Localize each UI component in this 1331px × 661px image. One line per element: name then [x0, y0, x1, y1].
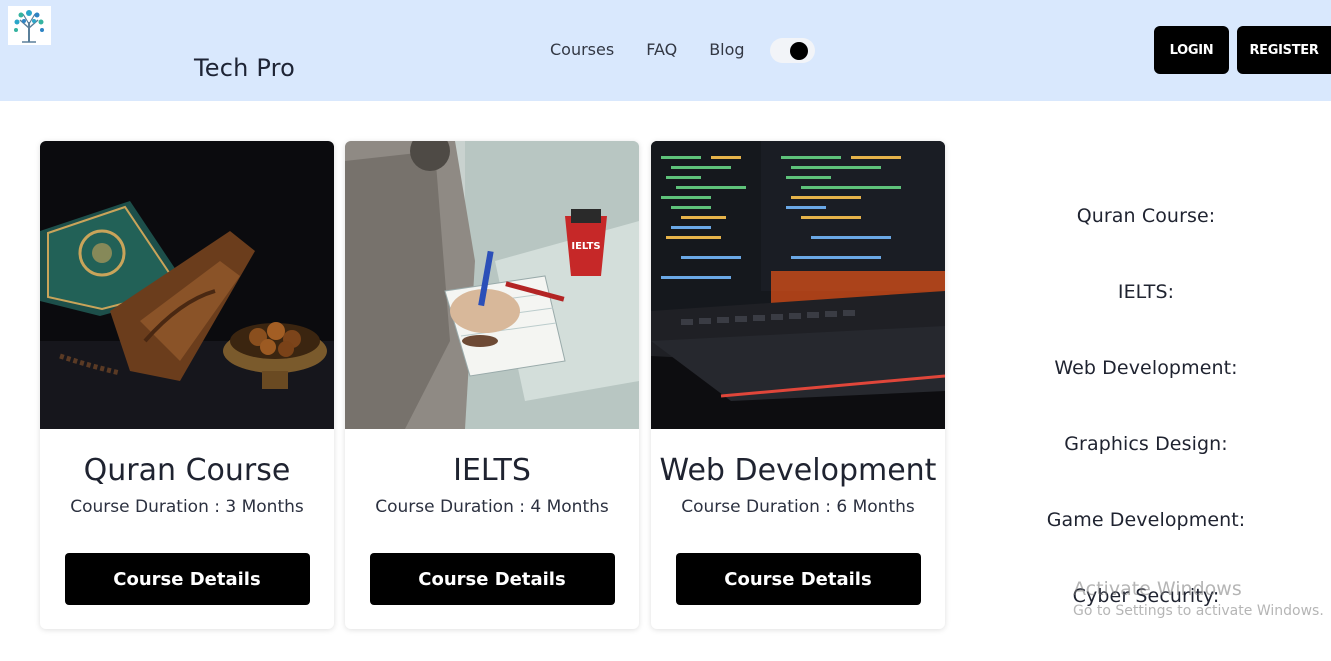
tree-circuit-logo-icon[interactable]	[8, 6, 51, 45]
course-card-ielts: IELTS IELTS Course Duration : 4 Months C…	[345, 141, 639, 629]
course-details-button[interactable]: Course Details	[675, 553, 921, 605]
login-button[interactable]: LOGIN	[1154, 26, 1229, 74]
course-card-quran: Quran Course Course Duration : 3 Months …	[40, 141, 334, 629]
nav-link-blog[interactable]: Blog	[709, 40, 744, 60]
course-title: Web Development	[659, 453, 937, 488]
course-details-button[interactable]: Course Details	[64, 553, 310, 605]
nav-link-courses[interactable]: Courses	[550, 40, 614, 60]
windows-activation-watermark-text: Go to Settings to activate Windows.	[1073, 603, 1324, 619]
course-card-web-development: Web Development Course Duration : 6 Mont…	[651, 141, 945, 629]
course-title: IELTS	[453, 453, 531, 488]
code-monitor-and-keyboard-image	[651, 141, 945, 429]
student-writing-with-ielts-cup-image: IELTS	[345, 141, 639, 429]
nav-link-faq[interactable]: FAQ	[646, 40, 677, 60]
course-duration: Course Duration : 4 Months	[375, 497, 609, 517]
windows-activation-watermark-title: Activate Windows	[1073, 578, 1242, 600]
sidebar-item-graphics-design[interactable]: Graphics Design:	[980, 433, 1312, 509]
course-details-button[interactable]: Course Details	[369, 553, 615, 605]
sidebar-item-quran[interactable]: Quran Course:	[980, 205, 1312, 281]
toggle-knob	[790, 42, 808, 60]
course-duration: Course Duration : 3 Months	[70, 497, 304, 517]
site-header: Tech Pro Courses FAQ Blog LOGIN REGISTER	[0, 0, 1331, 101]
quran-book-and-dates-image	[40, 141, 334, 429]
course-duration: Course Duration : 6 Months	[681, 497, 915, 517]
main-nav: Courses FAQ Blog	[550, 40, 777, 60]
course-title: Quran Course	[83, 453, 291, 488]
brand-name[interactable]: Tech Pro	[194, 54, 295, 82]
theme-toggle[interactable]	[770, 38, 815, 63]
register-button[interactable]: REGISTER	[1237, 26, 1331, 74]
sidebar-item-ielts[interactable]: IELTS:	[980, 281, 1312, 357]
sidebar-item-game-development[interactable]: Game Development:	[980, 509, 1312, 585]
svg-text:IELTS: IELTS	[571, 241, 600, 252]
sidebar-item-web-development[interactable]: Web Development:	[980, 357, 1312, 433]
